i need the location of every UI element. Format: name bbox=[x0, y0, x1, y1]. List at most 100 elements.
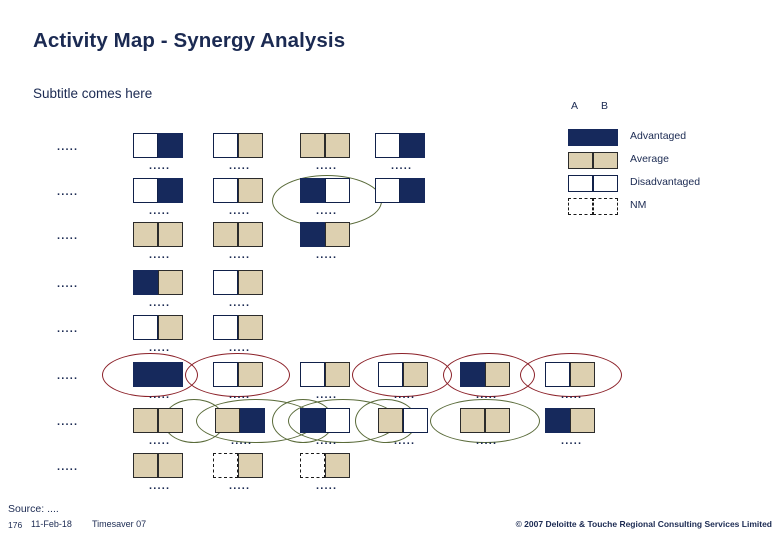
row-label: ..... bbox=[57, 323, 79, 335]
matrix-cell-half-b-advantaged bbox=[400, 133, 425, 158]
matrix-cell-label: ..... bbox=[149, 160, 171, 172]
row-label: ..... bbox=[57, 416, 79, 428]
row-label: ..... bbox=[57, 461, 79, 473]
matrix-cell[interactable] bbox=[300, 133, 350, 158]
footer-date: 11-Feb-18 bbox=[31, 519, 72, 529]
row-label: ..... bbox=[57, 230, 79, 242]
matrix-cell-half-a-advantaged bbox=[133, 362, 158, 387]
matrix-cell-label: ..... bbox=[561, 435, 583, 447]
matrix-cell-half-a-advantaged bbox=[460, 362, 485, 387]
matrix-cell-half-a-average bbox=[460, 408, 485, 433]
row-label: ..... bbox=[57, 278, 79, 290]
matrix-cell[interactable] bbox=[133, 315, 183, 340]
matrix-cell[interactable] bbox=[545, 408, 595, 433]
matrix-cell-label: ..... bbox=[229, 205, 251, 217]
matrix-cell-label: ..... bbox=[231, 435, 253, 447]
matrix-cell[interactable] bbox=[213, 222, 263, 247]
matrix-cell[interactable] bbox=[213, 362, 263, 387]
matrix-cell-half-a-average bbox=[133, 453, 158, 478]
matrix-cell-label: ..... bbox=[229, 249, 251, 261]
footer-copyright: © 2007 Deloitte & Touche Regional Consul… bbox=[515, 519, 772, 529]
matrix-cell[interactable] bbox=[133, 453, 183, 478]
matrix-cell-label: ..... bbox=[394, 389, 416, 401]
matrix-cell-half-a-average bbox=[133, 408, 158, 433]
matrix-cell[interactable] bbox=[213, 178, 263, 203]
matrix-cell[interactable] bbox=[133, 133, 183, 158]
matrix-cell[interactable] bbox=[133, 362, 183, 387]
matrix-cell[interactable] bbox=[300, 222, 350, 247]
matrix-cell-half-b-average bbox=[158, 222, 183, 247]
matrix-cell[interactable] bbox=[213, 133, 263, 158]
matrix-cell-label: ..... bbox=[149, 297, 171, 309]
matrix-cell[interactable] bbox=[460, 408, 510, 433]
matrix-cell[interactable] bbox=[378, 362, 428, 387]
matrix-cell-half-b-average bbox=[570, 408, 595, 433]
matrix-cell-half-a-disadvantaged bbox=[213, 133, 238, 158]
matrix-cell-half-b-average bbox=[403, 362, 428, 387]
matrix-cell-label: ..... bbox=[229, 160, 251, 172]
matrix-cell-label: ..... bbox=[149, 205, 171, 217]
matrix-cell-half-a-disadvantaged bbox=[545, 362, 570, 387]
matrix-cell[interactable] bbox=[133, 178, 183, 203]
matrix-cell[interactable] bbox=[375, 133, 425, 158]
matrix-cell-half-b-advantaged bbox=[158, 362, 183, 387]
matrix-cell-label: ..... bbox=[316, 435, 338, 447]
matrix-cell[interactable] bbox=[460, 362, 510, 387]
matrix-cell-half-a-disadvantaged bbox=[213, 362, 238, 387]
matrix-cell-half-b-average bbox=[158, 315, 183, 340]
matrix-cell-half-a-disadvantaged bbox=[133, 315, 158, 340]
matrix-cell-label: ..... bbox=[149, 342, 171, 354]
matrix-cell[interactable] bbox=[213, 315, 263, 340]
matrix-cell-half-a-nm bbox=[213, 453, 238, 478]
matrix-cell-label: ..... bbox=[149, 249, 171, 261]
matrix-cell-half-a-advantaged bbox=[300, 408, 325, 433]
matrix-cell-half-b-average bbox=[158, 408, 183, 433]
matrix-cell-label: ..... bbox=[229, 342, 251, 354]
matrix-cell-half-b-disadvantaged bbox=[325, 178, 350, 203]
matrix-cell-half-a-disadvantaged bbox=[378, 362, 403, 387]
matrix-cell-half-b-average bbox=[238, 178, 263, 203]
matrix-cell-half-a-average bbox=[378, 408, 403, 433]
matrix-cell[interactable] bbox=[213, 453, 263, 478]
matrix-cell-half-a-disadvantaged bbox=[375, 133, 400, 158]
matrix-cell-half-b-average bbox=[325, 133, 350, 158]
footer-document-name: Timesaver 07 bbox=[92, 519, 147, 529]
matrix-cell[interactable] bbox=[300, 178, 350, 203]
matrix-cell[interactable] bbox=[133, 270, 183, 295]
matrix-cell[interactable] bbox=[378, 408, 428, 433]
matrix-cell-half-b-advantaged bbox=[400, 178, 425, 203]
matrix-cell-half-a-advantaged bbox=[300, 222, 325, 247]
matrix-cell-half-b-average bbox=[325, 222, 350, 247]
matrix-cell-label: ..... bbox=[149, 435, 171, 447]
matrix-cell[interactable] bbox=[300, 453, 350, 478]
matrix-cell[interactable] bbox=[300, 362, 350, 387]
matrix-cell-label: ..... bbox=[149, 389, 171, 401]
matrix-cell[interactable] bbox=[545, 362, 595, 387]
matrix-cell-half-b-average bbox=[238, 270, 263, 295]
matrix-cell-half-a-disadvantaged bbox=[213, 315, 238, 340]
matrix-cell[interactable] bbox=[213, 270, 263, 295]
matrix-cell[interactable] bbox=[133, 408, 183, 433]
matrix-cell-label: ..... bbox=[476, 389, 498, 401]
footer-page-number: 176 bbox=[8, 520, 23, 530]
matrix-cell[interactable] bbox=[133, 222, 183, 247]
matrix-cell-label: ..... bbox=[561, 389, 583, 401]
matrix-cell-half-a-disadvantaged bbox=[133, 178, 158, 203]
matrix-cell[interactable] bbox=[215, 408, 265, 433]
row-label: ..... bbox=[57, 141, 79, 153]
matrix-cell-half-a-advantaged bbox=[545, 408, 570, 433]
matrix-cell-half-b-average bbox=[238, 133, 263, 158]
matrix-cell-label: ..... bbox=[391, 160, 413, 172]
matrix-cell-half-a-advantaged bbox=[300, 178, 325, 203]
matrix-cell-half-a-average bbox=[215, 408, 240, 433]
source-note: Source: .... bbox=[8, 503, 59, 515]
matrix-cell-half-b-average bbox=[485, 362, 510, 387]
matrix-cell[interactable] bbox=[300, 408, 350, 433]
matrix-cell-label: ..... bbox=[316, 160, 338, 172]
matrix-cell-label: ..... bbox=[229, 297, 251, 309]
matrix-cell-half-b-average bbox=[485, 408, 510, 433]
matrix-cell-label: ..... bbox=[316, 389, 338, 401]
matrix-cell-half-a-disadvantaged bbox=[300, 362, 325, 387]
matrix-cell-label: ..... bbox=[149, 480, 171, 492]
matrix-cell[interactable] bbox=[375, 178, 425, 203]
